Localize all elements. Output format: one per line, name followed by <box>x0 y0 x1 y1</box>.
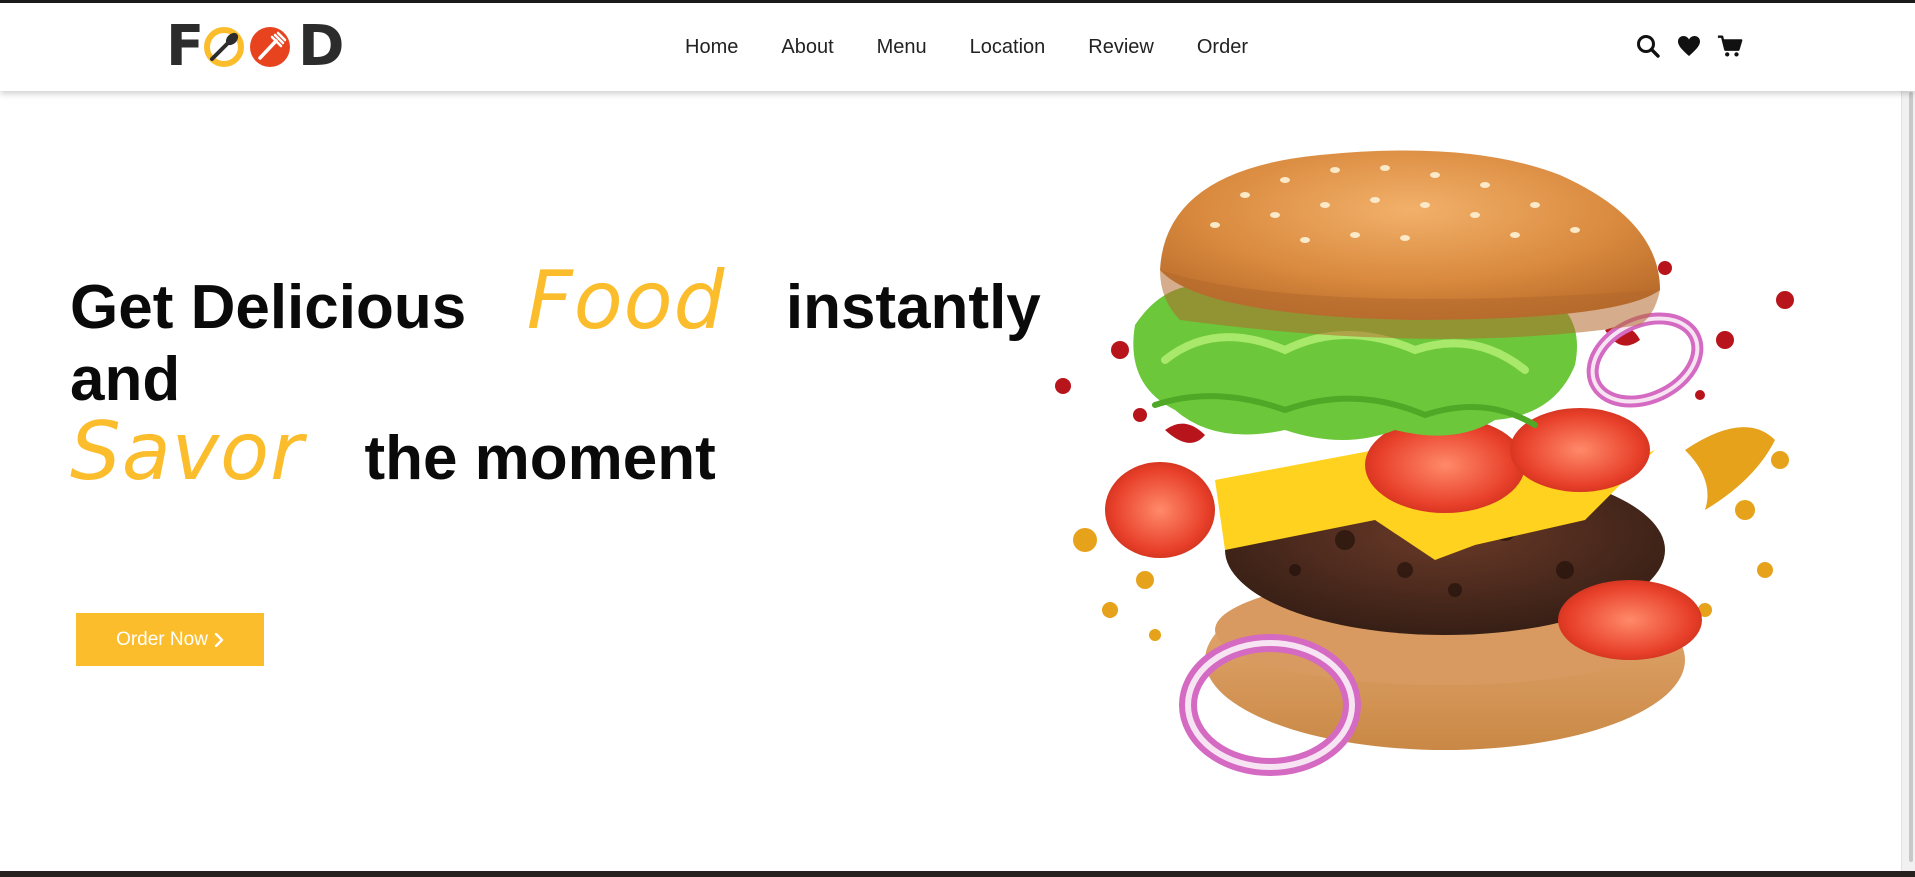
logo[interactable]: F D <box>166 14 345 79</box>
site-header: F D Home About Menu Location Review Orde… <box>0 3 1915 91</box>
headline-highlight-food: Food <box>526 254 726 347</box>
cart-icon[interactable] <box>1717 33 1743 59</box>
scrollbar-thumb[interactable] <box>1909 92 1913 862</box>
chevron-right-icon <box>214 632 224 647</box>
window-bottom-border <box>0 871 1915 877</box>
nav-menu[interactable]: Menu <box>877 36 927 59</box>
nav-about[interactable]: About <box>781 36 833 59</box>
scrollbar[interactable] <box>1901 88 1915 871</box>
logo-spoon-icon <box>204 27 244 67</box>
nav-location[interactable]: Location <box>970 36 1046 59</box>
search-icon[interactable] <box>1635 33 1661 59</box>
nav-order[interactable]: Order <box>1197 36 1248 59</box>
heart-icon[interactable] <box>1676 33 1702 59</box>
headline-text-1: Get Delicious <box>70 273 467 342</box>
headline-text-2: instantly <box>785 273 1041 342</box>
logo-letter-f: F <box>166 14 205 79</box>
headline-highlight-savor: Savor <box>70 405 304 498</box>
headline-text-4: the moment <box>364 424 716 493</box>
burger-image <box>1055 150 1794 776</box>
order-now-button[interactable]: Order Now <box>76 613 264 666</box>
main-nav: Home About Menu Location Review Order <box>685 3 1248 91</box>
logo-fork-icon <box>250 27 290 67</box>
hero-headline: Get Delicious Food instantly and Savor t… <box>70 261 1041 498</box>
nav-review[interactable]: Review <box>1088 36 1154 59</box>
nav-home[interactable]: Home <box>685 36 738 59</box>
logo-letter-d: D <box>298 14 345 79</box>
order-now-label: Order Now <box>116 628 208 650</box>
header-actions <box>1635 33 1743 59</box>
